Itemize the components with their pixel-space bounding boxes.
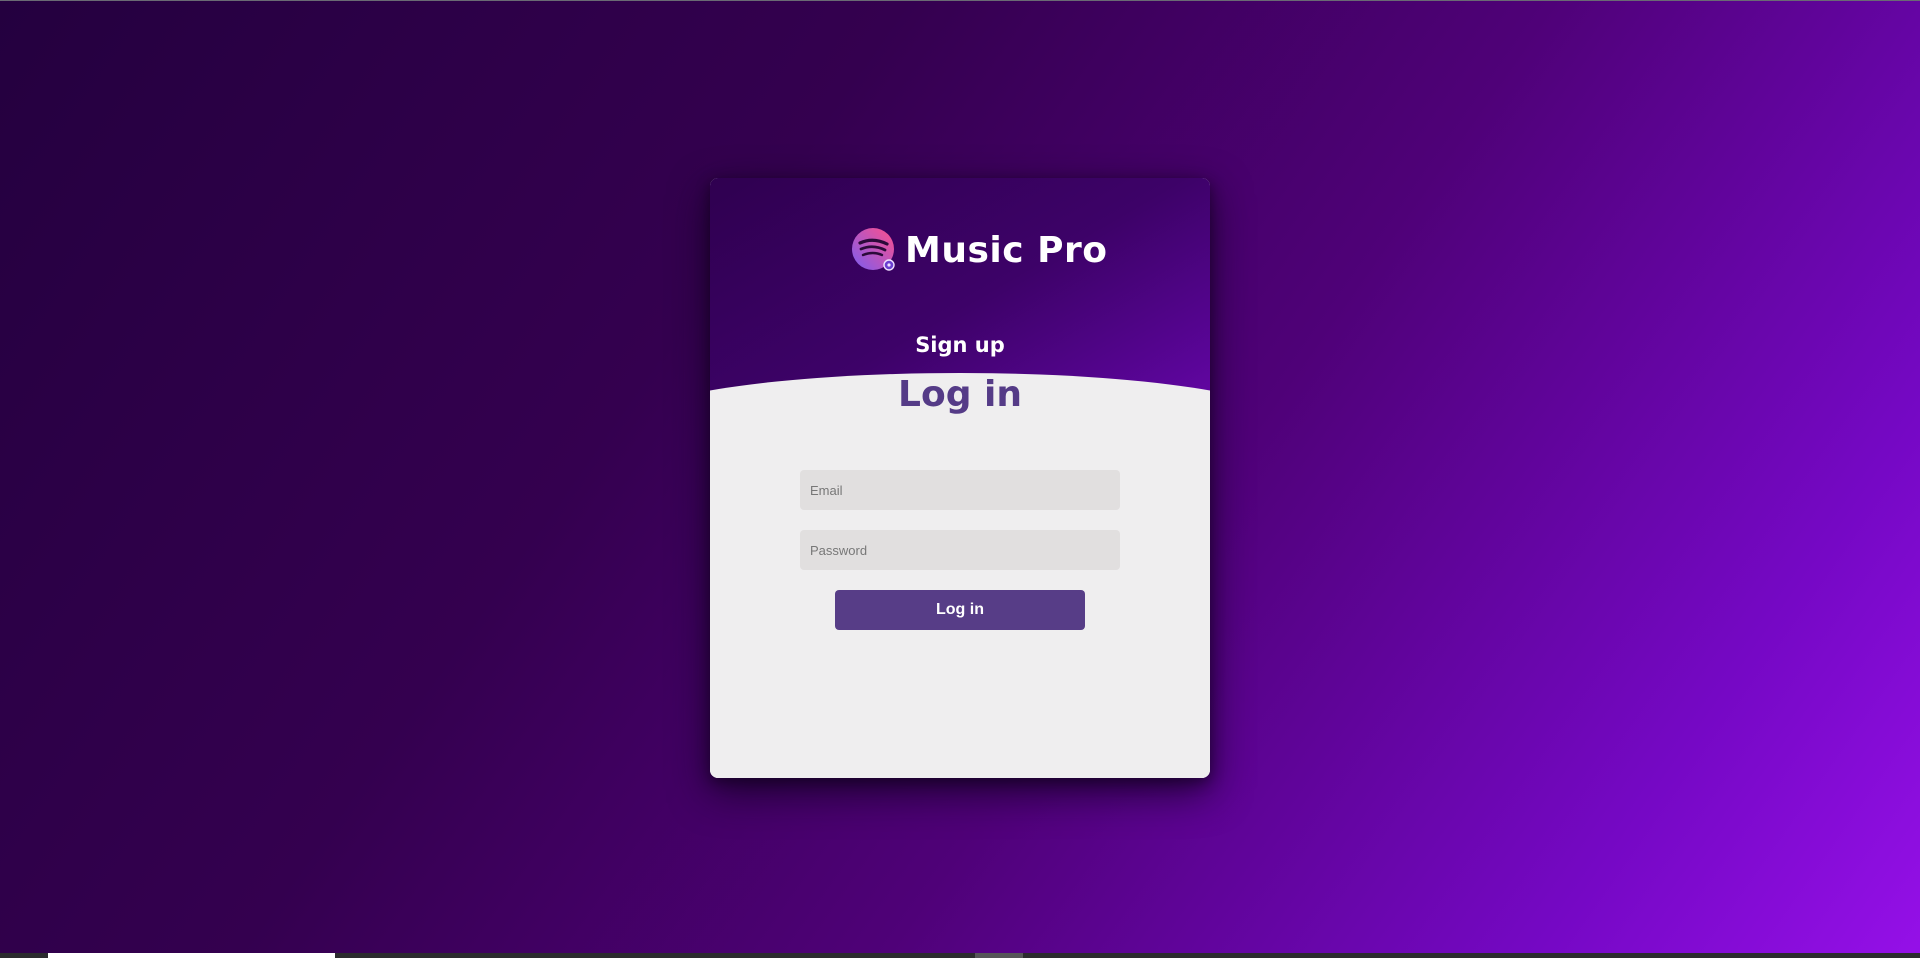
scrollbar-thumb[interactable]	[48, 953, 335, 958]
card-curved-panel	[710, 373, 1210, 778]
signup-tab[interactable]: Sign up	[710, 333, 1210, 357]
auth-card: Music Pro Sign up Log in Log in	[710, 178, 1210, 778]
music-stream-icon	[852, 228, 896, 272]
horizontal-scrollbar[interactable]	[0, 953, 1920, 958]
password-field[interactable]	[800, 530, 1120, 570]
login-button[interactable]: Log in	[835, 590, 1085, 630]
window-top-border	[0, 0, 1920, 1]
brand-name: Music Pro	[905, 229, 1108, 271]
brand-logo: Music Pro	[852, 228, 1107, 272]
email-field[interactable]	[800, 470, 1120, 510]
login-heading[interactable]: Log in	[710, 374, 1210, 415]
scrollbar-thumb-secondary[interactable]	[975, 953, 1023, 958]
